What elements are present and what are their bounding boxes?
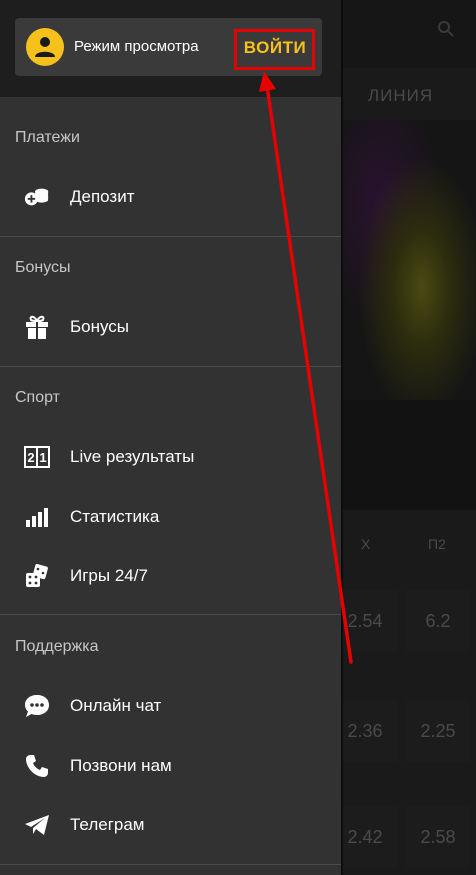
- section-title-bonuses: Бонусы: [15, 259, 71, 276]
- odds-cell[interactable]: 2.58: [406, 806, 470, 868]
- menu-item-label: Онлайн чат: [70, 696, 162, 715]
- user-icon: [35, 37, 55, 57]
- menu-item-label: Игры 24/7: [70, 566, 148, 585]
- dice-icon: [24, 564, 50, 588]
- drawer-header: Режим просмотра ВОЙТИ: [0, 0, 341, 97]
- avatar: [26, 28, 64, 66]
- telegram-icon: [24, 813, 50, 837]
- menu-item-telegram[interactable]: Телеграм: [0, 799, 341, 851]
- navigation-drawer: Режим просмотра ВОЙТИ Платежи Депозит Бо…: [0, 0, 341, 875]
- drawer-edge: [341, 0, 343, 875]
- section-title-sport: Спорт: [15, 389, 60, 406]
- search-icon: [437, 20, 457, 40]
- account-card: Режим просмотра ВОЙТИ: [15, 18, 322, 76]
- section-title-payments: Платежи: [15, 129, 80, 146]
- menu-item-label: Телеграм: [70, 815, 145, 834]
- background-strip: [340, 400, 476, 510]
- menu-item-call-us[interactable]: Позвони нам: [0, 740, 341, 792]
- phone-icon: [24, 754, 50, 778]
- column-header-x: X: [361, 536, 371, 552]
- coins-icon: [24, 185, 50, 209]
- menu-item-online-chat[interactable]: Онлайн чат: [0, 680, 341, 732]
- odds-cell[interactable]: 2.25: [406, 700, 470, 762]
- menu-item-games[interactable]: Игры 24/7: [0, 550, 341, 602]
- menu-item-live-results[interactable]: 2 1 Live результаты: [0, 431, 341, 483]
- svg-text:2: 2: [27, 450, 34, 465]
- menu-item-deposit[interactable]: Депозит: [0, 171, 341, 223]
- menu-item-label: Позвони нам: [70, 756, 172, 775]
- column-header-p2: П2: [428, 536, 446, 552]
- menu-item-label: Live результаты: [70, 447, 195, 466]
- tab-line[interactable]: ЛИНИЯ: [368, 86, 433, 106]
- svg-text:1: 1: [39, 450, 46, 465]
- odds-cell[interactable]: 6.2: [406, 590, 470, 652]
- menu-item-label: Бонусы: [70, 317, 130, 336]
- menu-item-bonuses[interactable]: Бонусы: [0, 301, 341, 353]
- login-button[interactable]: ВОЙТИ: [234, 28, 316, 68]
- section-title-support: Поддержка: [15, 638, 99, 655]
- promo-banner[interactable]: [340, 120, 476, 400]
- menu-item-label: Депозит: [70, 187, 135, 206]
- divider: [0, 236, 341, 237]
- gift-icon: [24, 315, 50, 339]
- divider: [0, 614, 341, 615]
- menu-item-statistics[interactable]: Статистика: [0, 491, 341, 543]
- chat-bubble-icon: [24, 694, 50, 718]
- view-mode-label: Режим просмотра: [74, 38, 199, 55]
- menu-item-label: Статистика: [70, 507, 160, 526]
- divider: [0, 366, 341, 367]
- bar-chart-icon: [24, 505, 50, 529]
- divider: [0, 864, 341, 865]
- scoreboard-icon: 2 1: [24, 445, 50, 469]
